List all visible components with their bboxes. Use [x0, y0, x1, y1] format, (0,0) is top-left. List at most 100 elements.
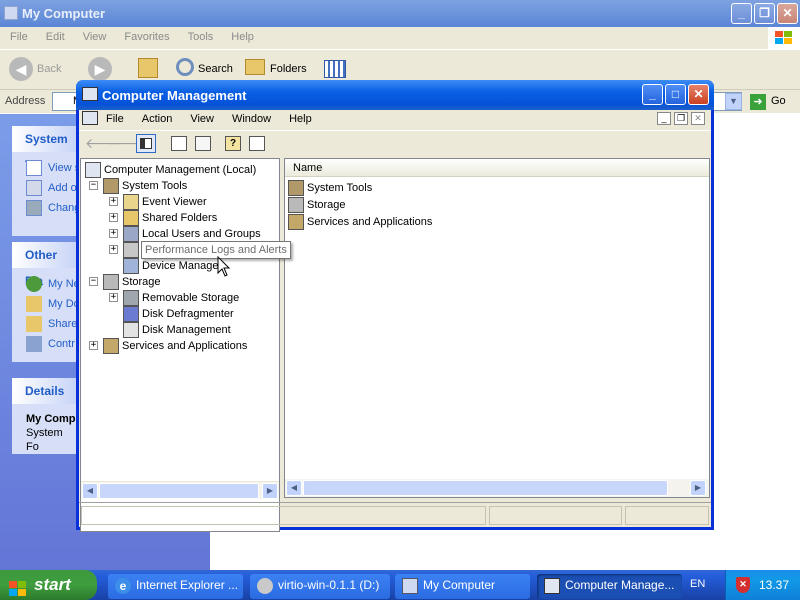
- taskbar-ie[interactable]: e Internet Explorer ...: [108, 574, 243, 599]
- tree-pane[interactable]: Computer Management (Local) − System Tools…: [80, 158, 280, 532]
- search-icon[interactable]: [176, 58, 194, 76]
- back-icon[interactable]: ◀: [9, 57, 33, 81]
- other-places-title[interactable]: Other Pla: [12, 242, 78, 288]
- properties-icon[interactable]: [171, 136, 187, 151]
- tree-node-system-tools[interactable]: − System Tools: [81, 178, 279, 194]
- mmc-menu-action[interactable]: Action: [133, 110, 182, 128]
- tree-node-storage[interactable]: − Storage: [81, 274, 279, 290]
- details-title[interactable]: Details: [12, 378, 78, 404]
- name-column-header[interactable]: Name: [293, 162, 322, 174]
- menu-tools[interactable]: Tools: [179, 27, 223, 47]
- explorer-menubar: File Edit View Favorites Tools Help: [0, 27, 800, 49]
- back-button[interactable]: Back: [37, 63, 61, 75]
- go-arrow-icon[interactable]: ➜: [750, 94, 766, 110]
- side-link[interactable]: Share: [12, 314, 78, 334]
- tooltip: Performance Logs and Alerts: [141, 241, 291, 259]
- views-icon[interactable]: [324, 60, 346, 78]
- restore-button[interactable]: ❐: [754, 3, 775, 24]
- mmc-menu-file[interactable]: File: [97, 110, 133, 128]
- expand-icon[interactable]: +: [109, 213, 118, 222]
- list-header[interactable]: Name: [285, 159, 709, 177]
- list-pane[interactable]: Name System Tools Storage Services and App…: [284, 158, 710, 498]
- side-link[interactable]: Chang: [12, 198, 78, 218]
- system-tasks-title[interactable]: System T: [12, 126, 78, 172]
- tree-node-disk-management[interactable]: Disk Management: [81, 322, 279, 338]
- mmc-minimize-button[interactable]: _: [642, 84, 663, 105]
- search-button[interactable]: Search: [198, 63, 233, 75]
- folders-button[interactable]: Folders: [270, 63, 307, 75]
- explorer-titlebar[interactable]: My Computer _ ❐ ✕: [0, 0, 800, 27]
- mmc-menu-view[interactable]: View: [181, 110, 223, 128]
- taskbar-computer-management[interactable]: Computer Manage...: [537, 574, 682, 599]
- list-hscrollbar[interactable]: ◀ ▶: [285, 479, 709, 497]
- scroll-left-icon[interactable]: ◀: [82, 483, 98, 499]
- mmc-close-button[interactable]: ✕: [688, 84, 709, 105]
- expand-icon[interactable]: +: [109, 293, 118, 302]
- taskbar: start e Internet Explorer ... virtio-win-…: [0, 570, 800, 600]
- tree-node-removable-storage[interactable]: + Removable Storage: [81, 290, 279, 306]
- side-link[interactable]: Contr: [12, 334, 78, 354]
- mmc-menu-window[interactable]: Window: [223, 110, 280, 128]
- status-section: [489, 506, 622, 525]
- start-windows-icon: [9, 577, 27, 596]
- start-button[interactable]: start: [0, 570, 97, 600]
- list-scroll-thumb[interactable]: [303, 480, 668, 496]
- taskbar-virtio[interactable]: virtio-win-0.1.1 (D:): [250, 574, 390, 599]
- address-dropdown-icon[interactable]: ▼: [725, 93, 742, 110]
- menu-file[interactable]: File: [1, 27, 37, 47]
- menu-view[interactable]: View: [74, 27, 116, 47]
- list-scroll-left-icon[interactable]: ◀: [286, 480, 302, 496]
- computer-management-icon: [544, 578, 560, 594]
- defrag-icon: [123, 306, 139, 322]
- mmc-titlebar[interactable]: Computer Management _ □ ✕: [76, 80, 714, 110]
- side-link[interactable]: My Ne: [12, 274, 78, 294]
- removable-storage-icon: [123, 290, 139, 306]
- menu-help[interactable]: Help: [222, 27, 263, 47]
- menu-favorites[interactable]: Favorites: [115, 27, 178, 47]
- child-minimize-icon[interactable]: _: [657, 112, 671, 125]
- scroll-right-icon[interactable]: ▶: [262, 483, 278, 499]
- expand-icon[interactable]: +: [109, 245, 118, 254]
- mmc-title-icon: [82, 87, 98, 101]
- child-close-icon[interactable]: ✕: [691, 112, 705, 125]
- up-folder-icon[interactable]: [138, 58, 158, 78]
- language-indicator[interactable]: EN: [690, 578, 705, 590]
- minimize-button[interactable]: _: [731, 3, 752, 24]
- show-hide-action-icon[interactable]: [249, 136, 265, 151]
- folders-icon[interactable]: [245, 59, 265, 75]
- tree-scroll-thumb[interactable]: [99, 483, 259, 499]
- tree-node-shared-folders[interactable]: + Shared Folders: [81, 210, 279, 226]
- forward-icon[interactable]: ▶: [88, 57, 112, 81]
- tree-node-computer-management-local[interactable]: Computer Management (Local): [81, 162, 279, 178]
- close-button[interactable]: ✕: [777, 3, 798, 24]
- tree-node-local-users-and-groups[interactable]: + Local Users and Groups: [81, 226, 279, 242]
- child-restore-icon[interactable]: ❐: [674, 112, 688, 125]
- tree-node-label: Shared Folders: [142, 212, 218, 224]
- go-button[interactable]: Go: [771, 95, 786, 107]
- add-remove-icon: [26, 180, 42, 196]
- taskbar-my-computer[interactable]: My Computer: [395, 574, 530, 599]
- tree-hscrollbar[interactable]: ◀ ▶: [81, 481, 279, 499]
- tree-node-services-and-applications[interactable]: + Services and Applications: [81, 338, 279, 354]
- change-setting-icon: [26, 200, 42, 216]
- menu-edit[interactable]: Edit: [37, 27, 74, 47]
- mmc-menu-help[interactable]: Help: [280, 110, 321, 128]
- side-link[interactable]: View s: [12, 158, 78, 178]
- expand-icon[interactable]: +: [109, 197, 118, 206]
- side-link[interactable]: My Do: [12, 294, 78, 314]
- help-icon[interactable]: ?: [225, 136, 241, 151]
- security-shield-icon[interactable]: ✕: [736, 577, 750, 593]
- expand-icon[interactable]: +: [109, 229, 118, 238]
- export-list-icon[interactable]: [195, 136, 211, 151]
- collapse-icon[interactable]: −: [89, 181, 98, 190]
- tree-node-event-viewer[interactable]: + Event Viewer: [81, 194, 279, 210]
- side-link[interactable]: Add o: [12, 178, 78, 198]
- tree-node-disk-defragmenter[interactable]: Disk Defragmenter: [81, 306, 279, 322]
- mmc-body: File Action View Window Help _ ❐ ✕ 🡐 🡒 ? Com…: [79, 110, 711, 532]
- mmc-maximize-button[interactable]: □: [665, 84, 686, 105]
- tree-node-device-manager[interactable]: Device Manager: [81, 258, 279, 274]
- show-hide-tree-icon[interactable]: [136, 134, 156, 153]
- collapse-icon[interactable]: −: [89, 277, 98, 286]
- list-scroll-right-icon[interactable]: ▶: [690, 480, 706, 496]
- expand-icon[interactable]: +: [89, 341, 98, 350]
